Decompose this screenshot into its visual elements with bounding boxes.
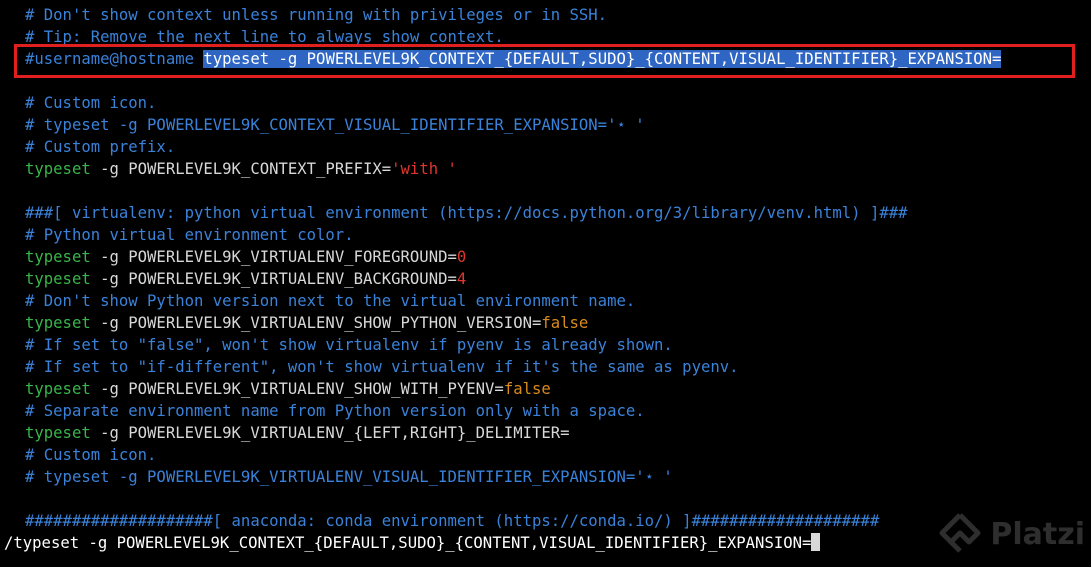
string-value: 'with ': [391, 160, 457, 178]
platzi-watermark: Platzi: [938, 512, 1085, 556]
platzi-logo-icon: [939, 513, 981, 553]
code-line: # Don't show Python version next to the …: [25, 292, 636, 310]
code-line: typeset -g POWERLEVEL9K_VIRTUALENV_SHOW_…: [25, 312, 588, 334]
keyword: typeset: [25, 160, 91, 178]
search-command-text: /typeset -g POWERLEVEL9K_CONTEXT_{DEFAUL…: [4, 534, 812, 552]
statement: -g POWERLEVEL9K_CONTEXT_PREFIX=: [90, 160, 392, 178]
code-line: # typeset -g POWERLEVEL9K_VIRTUALENV_VIS…: [25, 468, 673, 486]
code-line: # Separate environment name from Python …: [25, 402, 645, 420]
statement: -g POWERLEVEL9K_VIRTUALENV_SHOW_PYTHON_V…: [90, 314, 542, 332]
statement: -g POWERLEVEL9K_VIRTUALENV_BACKGROUND=: [90, 270, 457, 288]
statement: -g POWERLEVEL9K_VIRTUALENV_{LEFT,RIGHT}_…: [90, 424, 570, 442]
terminal-editor[interactable]: # Don't show context unless running with…: [0, 0, 1091, 567]
code-line: # Python virtual environment color.: [25, 226, 354, 244]
code-line: # If set to "if-different", won't show v…: [25, 358, 739, 376]
code-line: typeset -g POWERLEVEL9K_VIRTUALENV_SHOW_…: [25, 378, 551, 400]
code-line: # Custom icon.: [25, 446, 157, 464]
code-line: ####################[ anaconda: conda en…: [25, 512, 880, 530]
number-value: 0: [456, 248, 467, 266]
code-line: typeset -g POWERLEVEL9K_CONTEXT_PREFIX='…: [25, 158, 457, 180]
annotation-red-box: [14, 44, 1075, 78]
keyword: typeset: [25, 424, 91, 442]
command-line-search-input[interactable]: /typeset -g POWERLEVEL9K_CONTEXT_{DEFAUL…: [4, 532, 821, 554]
boolean-value: false: [503, 380, 551, 398]
statement: -g POWERLEVEL9K_VIRTUALENV_SHOW_WITH_PYE…: [90, 380, 504, 398]
keyword: typeset: [25, 314, 91, 332]
code-line: typeset -g POWERLEVEL9K_VIRTUALENV_{LEFT…: [25, 422, 570, 444]
code-line: typeset -g POWERLEVEL9K_VIRTUALENV_BACKG…: [25, 268, 466, 290]
code-line: # Custom icon.: [25, 94, 157, 112]
code-line: # typeset -g POWERLEVEL9K_CONTEXT_VISUAL…: [25, 116, 645, 134]
boolean-value: false: [541, 314, 589, 332]
code-line: # Custom prefix.: [25, 138, 176, 156]
code-line: typeset -g POWERLEVEL9K_VIRTUALENV_FOREG…: [25, 246, 466, 268]
number-value: 4: [456, 270, 467, 288]
code-line: ###[ virtualenv: python virtual environm…: [25, 204, 908, 222]
text-cursor: [811, 533, 821, 551]
watermark-text: Platzi: [990, 516, 1085, 552]
code-line: # If set to "false", won't show virtuale…: [25, 336, 673, 354]
code-line: # Don't show context unless running with…: [25, 6, 608, 24]
keyword: typeset: [25, 248, 91, 266]
keyword: typeset: [25, 270, 91, 288]
keyword: typeset: [25, 380, 91, 398]
statement: -g POWERLEVEL9K_VIRTUALENV_FOREGROUND=: [90, 248, 457, 266]
